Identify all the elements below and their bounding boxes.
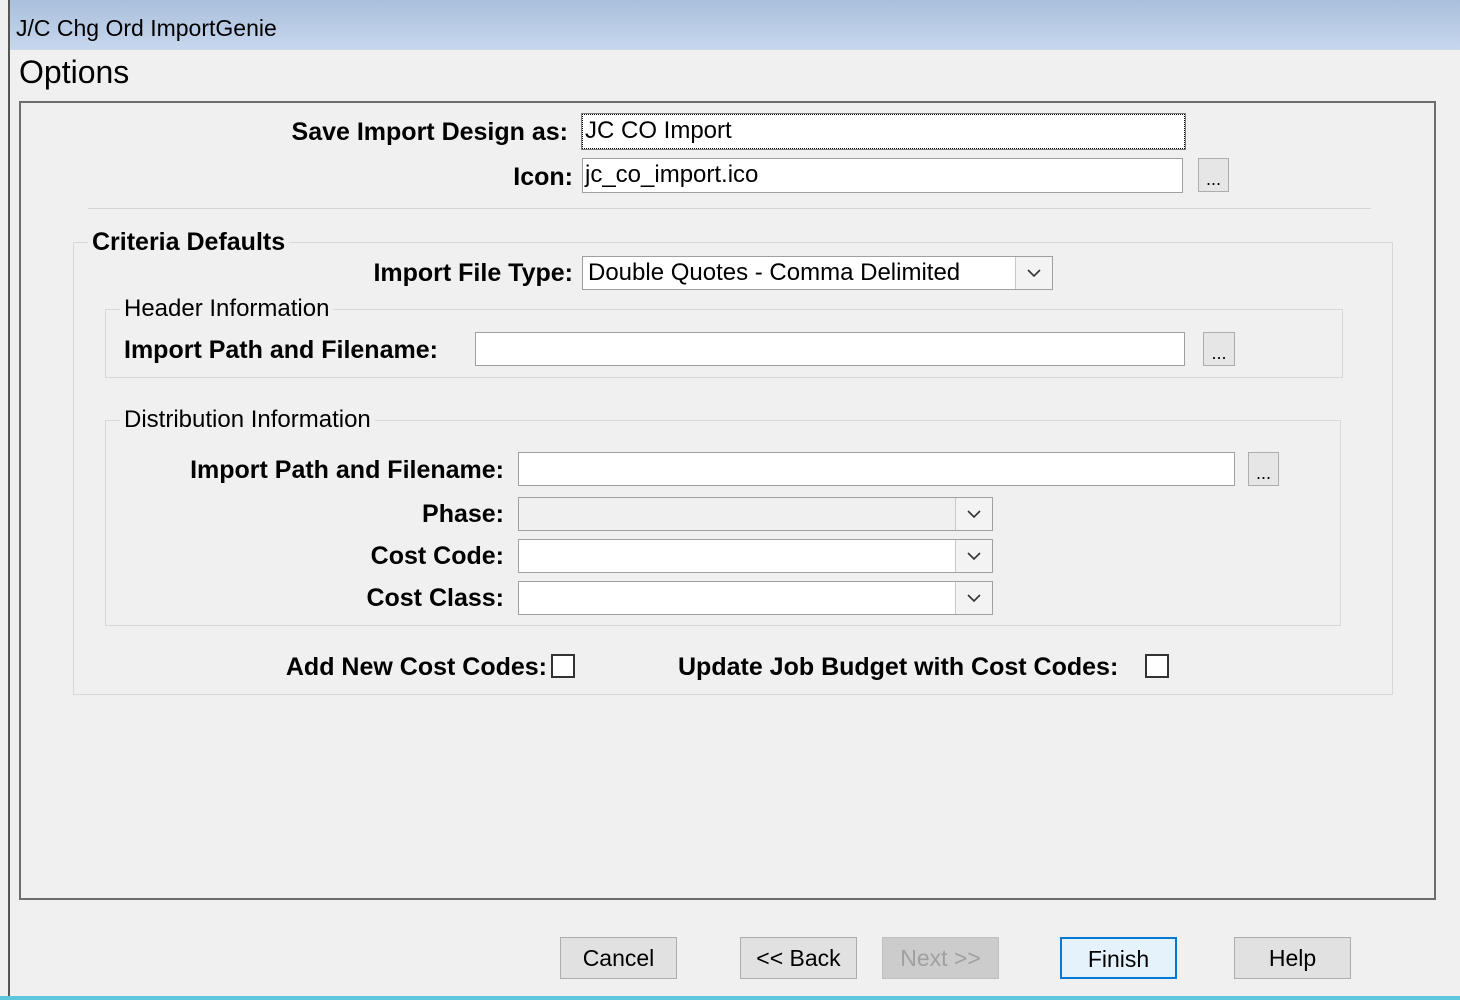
update-budget-checkbox[interactable] — [1145, 654, 1169, 678]
next-button[interactable]: Next >> — [882, 937, 999, 979]
chevron-down-icon[interactable] — [955, 540, 992, 572]
add-cost-codes-checkbox[interactable] — [551, 654, 575, 678]
file-type-label: Import File Type: — [373, 259, 573, 287]
save-design-input[interactable]: JC CO Import — [581, 113, 1186, 150]
cost-class-select[interactable] — [518, 581, 993, 615]
icon-input[interactable]: jc_co_import.ico — [582, 158, 1183, 193]
distribution-path-browse-button[interactable]: ... — [1248, 452, 1279, 486]
header-path-label: Import Path and Filename: — [124, 336, 438, 364]
separator — [88, 208, 1371, 209]
header-information-legend: Header Information — [120, 295, 334, 323]
phase-select[interactable] — [518, 497, 993, 531]
file-type-select[interactable]: Double Quotes - Comma Delimited — [582, 256, 1053, 290]
header-path-browse-button[interactable]: ... — [1203, 332, 1235, 366]
header-path-input[interactable] — [475, 332, 1185, 366]
page-title: Options — [19, 54, 130, 90]
file-type-value: Double Quotes - Comma Delimited — [588, 259, 961, 286]
distribution-path-input[interactable] — [518, 452, 1235, 486]
finish-button[interactable]: Finish — [1060, 937, 1177, 979]
window-title: J/C Chg Ord ImportGenie — [16, 15, 277, 41]
save-design-label: Save Import Design as: — [291, 118, 568, 146]
cost-class-label: Cost Class: — [366, 584, 504, 612]
distribution-path-label: Import Path and Filename: — [190, 456, 504, 484]
chevron-down-icon[interactable] — [955, 498, 992, 530]
phase-label: Phase: — [422, 500, 504, 528]
criteria-defaults-legend: Criteria Defaults — [88, 228, 290, 257]
distribution-information-legend: Distribution Information — [120, 406, 375, 434]
chevron-down-icon[interactable] — [955, 582, 992, 614]
window-bottom-edge — [0, 996, 1460, 1000]
icon-label: Icon: — [513, 163, 573, 191]
back-button[interactable]: << Back — [740, 937, 857, 979]
cancel-button[interactable]: Cancel — [560, 937, 677, 979]
cost-code-select[interactable] — [518, 539, 993, 573]
help-button[interactable]: Help — [1234, 937, 1351, 979]
cost-code-label: Cost Code: — [370, 542, 504, 570]
icon-browse-button[interactable]: ... — [1198, 158, 1229, 192]
add-cost-codes-label: Add New Cost Codes: — [285, 653, 547, 681]
chevron-down-icon[interactable] — [1015, 257, 1052, 289]
update-budget-label: Update Job Budget with Cost Codes: — [678, 653, 1119, 681]
title-bar: J/C Chg Ord ImportGenie — [10, 0, 1460, 50]
